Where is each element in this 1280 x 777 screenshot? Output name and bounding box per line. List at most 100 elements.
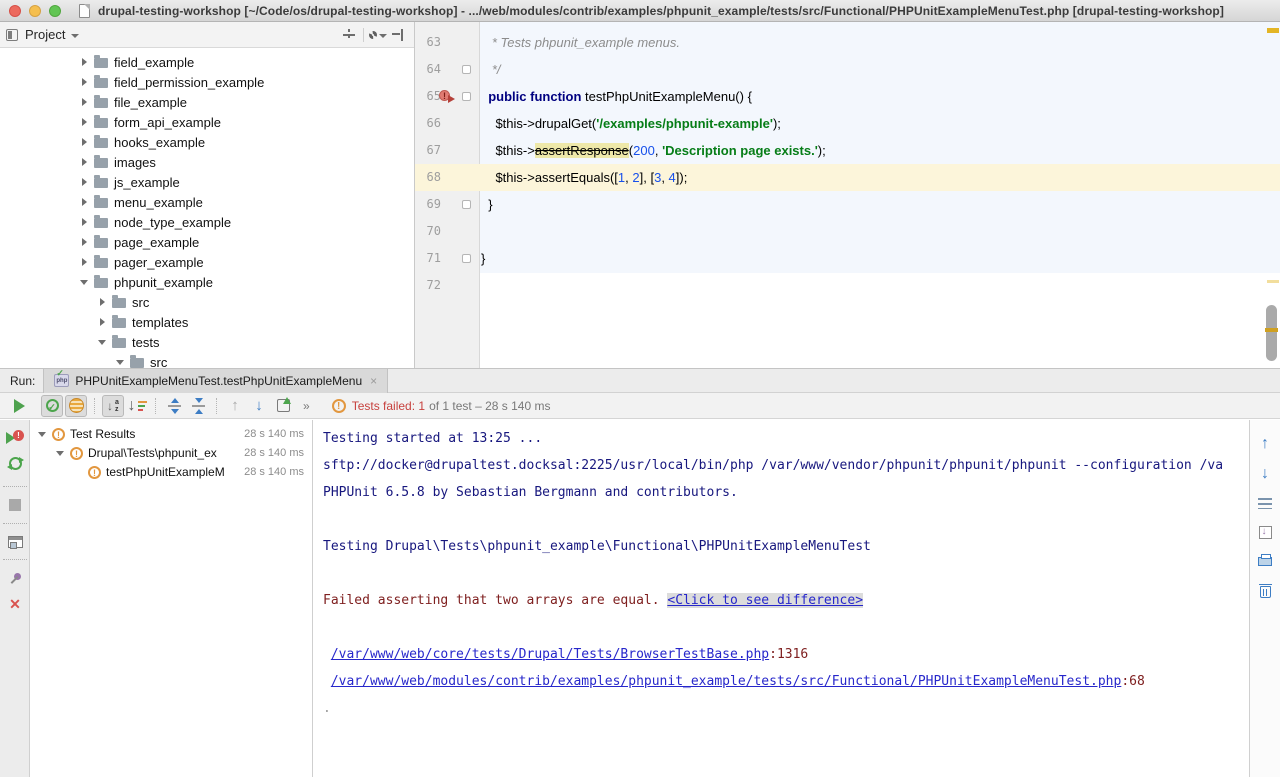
close-run-panel-button[interactable]: ✕ (0, 597, 30, 611)
folder-icon (94, 198, 108, 208)
test-tree-item[interactable]: !testPhpUnitExampleM28 s 140 ms (30, 462, 312, 481)
line-number: 64 (417, 56, 441, 83)
fold-marker-icon[interactable] (462, 92, 471, 101)
chevron-down-icon[interactable] (98, 337, 108, 347)
project-tree-item[interactable]: templates (0, 312, 414, 332)
project-tree-item[interactable]: field_permission_example (0, 72, 414, 92)
fold-marker-icon[interactable] (462, 200, 471, 209)
scroll-from-source-button[interactable] (339, 26, 359, 44)
console-line: Failed asserting that two arrays are equ… (323, 587, 1249, 614)
project-tree-item[interactable]: menu_example (0, 192, 414, 212)
chevron-right-icon[interactable] (80, 197, 90, 207)
rerun-failed-tests-button[interactable]: ! (0, 431, 30, 445)
test-tree-item[interactable]: !Drupal\Tests\phpunit_ex28 s 140 ms (30, 443, 312, 462)
code-line: * Tests phpunit_example menus. (481, 29, 1262, 56)
soft-wrap-button[interactable] (1250, 498, 1280, 509)
scroll-to-end-button[interactable] (1250, 526, 1280, 539)
project-tree-item[interactable]: hooks_example (0, 132, 414, 152)
stop-button[interactable] (0, 499, 30, 511)
chevron-down-icon[interactable] (56, 448, 66, 458)
chevron-down-icon[interactable] (71, 34, 79, 38)
chevron-right-icon[interactable] (98, 297, 108, 307)
minimize-window-button[interactable] (29, 5, 41, 17)
sort-alphabetically-toggle[interactable]: ↓az (102, 395, 124, 417)
chevron-right-icon[interactable] (80, 117, 90, 127)
chevron-right-icon[interactable] (80, 157, 90, 167)
rerun-button[interactable] (8, 395, 30, 417)
project-tree-item[interactable]: src (0, 352, 414, 368)
previous-failed-test-button[interactable]: ↑ (224, 395, 246, 417)
clear-all-button[interactable] (1250, 584, 1280, 598)
tests-failed-status: Tests failed: 1 (352, 399, 425, 413)
warning-stripe-mark[interactable] (1267, 280, 1279, 283)
pin-tab-button[interactable] (0, 572, 30, 586)
test-console-output[interactable]: Testing started at 13:25 ...sftp://docke… (313, 420, 1249, 777)
warning-stripe-mark[interactable] (1267, 28, 1279, 33)
chevron-right-icon[interactable] (98, 317, 108, 327)
console-text: :68 (1121, 674, 1144, 689)
chevron-right-icon[interactable] (80, 97, 90, 107)
editor-scrollbar-thumb[interactable] (1266, 305, 1277, 361)
collapse-all-button[interactable] (187, 395, 209, 417)
project-tree-item[interactable]: phpunit_example (0, 272, 414, 292)
project-tree-item[interactable]: src (0, 292, 414, 312)
project-tree-item[interactable]: field_example (0, 52, 414, 72)
chevron-right-icon[interactable] (80, 137, 90, 147)
close-icon[interactable]: × (370, 374, 377, 388)
project-tree-item[interactable]: pager_example (0, 252, 414, 272)
project-tree-item[interactable]: page_example (0, 232, 414, 252)
next-failed-test-button[interactable]: ↓ (248, 395, 270, 417)
folder-icon (112, 338, 126, 348)
show-ignored-toggle[interactable] (65, 395, 87, 417)
console-link[interactable]: /var/www/web/modules/contrib/examples/ph… (331, 674, 1122, 689)
chevron-right-icon[interactable] (80, 177, 90, 187)
project-tree-item[interactable]: tests (0, 332, 414, 352)
code-line: $this->assertResponse(200, 'Description … (481, 137, 1262, 164)
project-tree-item[interactable]: form_api_example (0, 112, 414, 132)
export-test-results-button[interactable] (272, 395, 294, 417)
project-view-title: Project (25, 27, 65, 42)
sort-by-duration-toggle[interactable]: ↓ (126, 395, 148, 417)
fold-marker-icon[interactable] (462, 254, 471, 263)
run-configuration-tab[interactable]: php PHPUnitExampleMenuTest.testPhpUnitEx… (43, 369, 388, 393)
hide-panel-button[interactable] (388, 26, 408, 44)
folder-icon (94, 138, 108, 148)
chevron-down-icon[interactable] (116, 357, 126, 367)
chevron-right-icon[interactable] (80, 77, 90, 87)
up-the-stack-trace-button[interactable]: ↑ (1250, 436, 1280, 452)
project-tree-item-label: form_api_example (114, 115, 221, 130)
console-link[interactable]: /var/www/web/core/tests/Drupal/Tests/Bro… (331, 647, 769, 662)
fold-marker-icon[interactable] (462, 65, 471, 74)
test-failed-gutter-icon[interactable]: ! (439, 83, 457, 110)
chevron-down-icon[interactable] (38, 429, 48, 439)
print-button[interactable] (1250, 553, 1280, 566)
project-settings-button[interactable] (368, 26, 388, 44)
project-tree-item[interactable]: file_example (0, 92, 414, 112)
restore-layout-button[interactable] (0, 536, 30, 548)
project-tree-item[interactable]: images (0, 152, 414, 172)
expand-all-icon (168, 399, 181, 413)
chevron-right-icon[interactable] (80, 217, 90, 227)
chevron-right-icon[interactable] (80, 57, 90, 67)
warning-stripe-mark[interactable] (1265, 328, 1278, 332)
code-editor[interactable]: 63 * Tests phpunit_example menus.64 */65… (415, 22, 1280, 368)
expand-all-button[interactable] (163, 395, 185, 417)
project-tree-item[interactable]: js_example (0, 172, 414, 192)
project-tree-item-label: js_example (114, 175, 180, 190)
project-tree-item-label: src (150, 355, 167, 369)
rerun-test-button[interactable] (0, 457, 30, 470)
console-text (323, 674, 331, 689)
show-passed-toggle[interactable]: ✓ (41, 395, 63, 417)
chevron-down-icon[interactable] (80, 277, 90, 287)
close-window-button[interactable] (9, 5, 21, 17)
console-link[interactable]: <Click to see difference> (667, 593, 863, 608)
console-text: PHPUnit 6.5.8 by Sebastian Bergmann and … (323, 485, 738, 500)
chevron-right-icon[interactable] (80, 257, 90, 267)
project-tree-item[interactable]: node_type_example (0, 212, 414, 232)
zoom-window-button[interactable] (49, 5, 61, 17)
down-the-stack-trace-button[interactable]: ↓ (1250, 466, 1280, 482)
toolbar-overflow-chevrons[interactable]: » (303, 399, 310, 413)
chevron-right-icon[interactable] (80, 237, 90, 247)
test-tree-item[interactable]: !Test Results28 s 140 ms (30, 424, 312, 443)
divider (216, 398, 217, 414)
